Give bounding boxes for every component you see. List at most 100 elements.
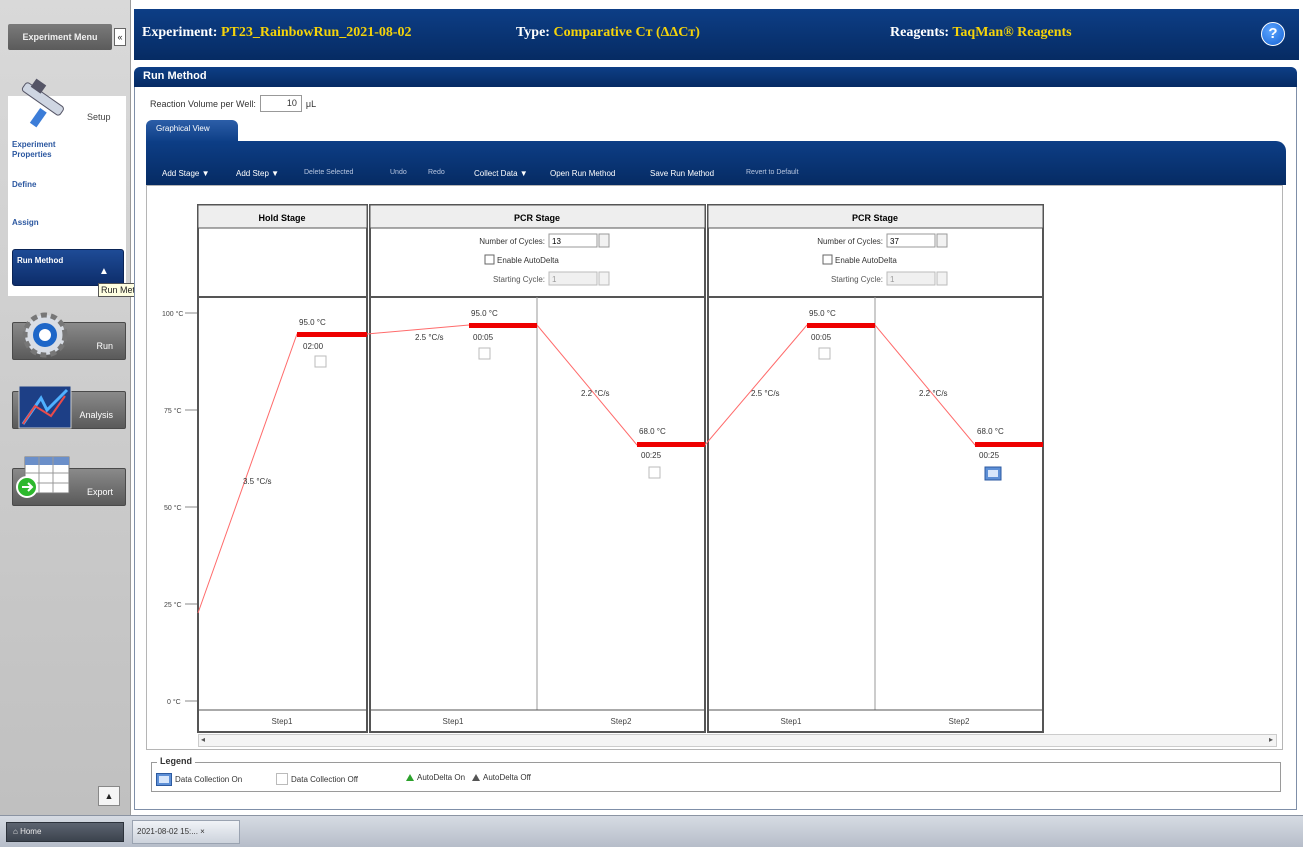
starting-cycle-label: Starting Cycle: xyxy=(493,275,545,284)
step-temp-label[interactable]: 68.0 °C xyxy=(977,427,1004,436)
nav-run-label: Run xyxy=(96,341,113,351)
nav-export-button[interactable]: Export xyxy=(12,456,126,506)
open-run-method-button[interactable]: Open Run Method xyxy=(550,169,615,178)
revert-default-button[interactable]: Revert to Default xyxy=(746,169,799,176)
sidebar-item-label: Run Method xyxy=(17,256,64,265)
autodelta-on-icon xyxy=(406,774,414,781)
undo-button[interactable]: Undo xyxy=(390,169,407,176)
sidebar-item-run-method[interactable]: Run Method ▲ xyxy=(12,249,124,286)
sidebar-link-experiment-properties[interactable]: Experiment Properties xyxy=(12,140,82,160)
step-temp-label[interactable]: 95.0 °C xyxy=(809,309,836,318)
cycles-value: 13 xyxy=(552,237,561,246)
data-collection-off-icon[interactable] xyxy=(818,347,831,360)
data-collection-off-icon[interactable] xyxy=(648,466,661,479)
data-collection-off-icon[interactable] xyxy=(314,355,327,368)
setup-label: Setup xyxy=(87,112,111,122)
left-sidebar: Experiment Menu « Setup Experiment Prope… xyxy=(0,0,154,847)
step-time-label[interactable]: 00:25 xyxy=(979,451,1000,460)
step-time-label[interactable]: 00:25 xyxy=(641,451,662,460)
autodelta-checkbox[interactable] xyxy=(822,254,833,265)
step-temp-label[interactable]: 95.0 °C xyxy=(299,318,326,327)
stage-name: PCR Stage xyxy=(852,213,898,223)
y-axis: 100 °C 75 °C 50 °C 25 °C 0 °C xyxy=(162,310,197,706)
step-time-label[interactable]: 00:05 xyxy=(811,333,832,342)
y-tick-label: 100 °C xyxy=(162,310,183,318)
autodelta-label: Enable AutoDelta xyxy=(497,256,559,265)
chart-horizontal-scrollbar[interactable]: ◂ ▸ xyxy=(198,734,1277,747)
step-temp-bar[interactable] xyxy=(637,442,705,447)
collapse-sidebar-button[interactable]: « xyxy=(114,28,126,46)
header-type-value: Comparative Cт (ΔΔCт) xyxy=(553,25,700,40)
y-tick-label: 50 °C xyxy=(164,504,182,512)
cycles-value: 37 xyxy=(890,237,899,246)
cycles-stepper[interactable] xyxy=(936,233,948,248)
starting-cycle-label: Starting Cycle: xyxy=(831,275,883,284)
delete-selected-button[interactable]: Delete Selected xyxy=(304,169,353,176)
hold-temp-bar[interactable] xyxy=(297,332,367,337)
step-label: Step1 xyxy=(272,717,293,726)
stage-hold[interactable]: Hold Stage Step1 xyxy=(197,204,368,733)
tab-graphical-view[interactable]: Graphical View xyxy=(146,120,238,142)
nav-analysis-button[interactable]: Analysis xyxy=(12,385,126,429)
cycles-stepper[interactable] xyxy=(598,233,610,248)
starting-cycle-stepper[interactable] xyxy=(936,271,948,286)
thermal-profile-chart: 100 °C 75 °C 50 °C 25 °C 0 °C Hold Stage… xyxy=(146,185,1283,750)
volume-input[interactable]: 10 xyxy=(259,95,302,112)
step-temp-bar[interactable] xyxy=(469,323,537,328)
ramp-rate-label[interactable]: 2.5 °C/s xyxy=(415,333,444,342)
close-icon[interactable]: × xyxy=(200,827,205,836)
legend-label: AutoDelta Off xyxy=(483,773,531,782)
legend-label: Data Collection Off xyxy=(291,774,358,784)
cycles-label: Number of Cycles: xyxy=(479,237,545,246)
sidebar-scroll-up-button[interactable]: ▲ xyxy=(98,786,120,806)
home-button[interactable]: ⌂ Home xyxy=(6,822,124,842)
export-table-icon xyxy=(16,456,70,498)
taskbar: ⌂ Home 2021-08-02 15:... × xyxy=(0,815,1303,847)
step-time-label[interactable]: 00:05 xyxy=(473,333,494,342)
sidebar-link-assign[interactable]: Assign xyxy=(12,218,39,228)
thermal-profile-svg: 100 °C 75 °C 50 °C 25 °C 0 °C Hold Stage… xyxy=(162,204,1044,733)
run-method-toolbar: Add Stage ▼ Add Step ▼ Delete Selected U… xyxy=(146,141,1286,185)
data-collection-on-icon[interactable] xyxy=(984,466,1002,481)
ramp-rate-label[interactable]: 3.5 °C/s xyxy=(243,477,272,486)
step-temp-bar[interactable] xyxy=(975,442,1043,447)
y-tick-label: 0 °C xyxy=(167,698,181,706)
ramp-rate-label[interactable]: 2.2 °C/s xyxy=(919,389,948,398)
experiment-tab[interactable]: 2021-08-02 15:... × xyxy=(132,820,240,844)
experiment-header: Experiment: PT23_RainbowRun_2021-08-02 T… xyxy=(134,9,1299,60)
autodelta-label: Enable AutoDelta xyxy=(835,256,897,265)
help-icon[interactable]: ? xyxy=(1261,22,1285,46)
legend-item-collection-on: Data Collection On xyxy=(156,773,242,786)
step-temp-label[interactable]: 68.0 °C xyxy=(639,427,666,436)
step-temp-bar[interactable] xyxy=(807,323,875,328)
legend-item-autodelta-off: AutoDelta Off xyxy=(472,773,531,782)
collect-data-button[interactable]: Collect Data ▼ xyxy=(474,169,528,178)
data-collection-off-icon[interactable] xyxy=(478,347,491,360)
redo-button[interactable]: Redo xyxy=(428,169,445,176)
legend-title: Legend xyxy=(157,756,196,766)
step-time-label[interactable]: 02:00 xyxy=(303,342,324,351)
ramp-rate-label[interactable]: 2.5 °C/s xyxy=(751,389,780,398)
step-label: Step1 xyxy=(781,717,802,726)
starting-cycle-value: 1 xyxy=(552,275,557,284)
legend-label: AutoDelta On xyxy=(417,773,466,782)
step-temp-label[interactable]: 95.0 °C xyxy=(471,309,498,318)
add-stage-button[interactable]: Add Stage ▼ xyxy=(162,169,210,178)
starting-cycle-stepper[interactable] xyxy=(598,271,610,286)
y-tick-label: 25 °C xyxy=(164,601,182,609)
experiment-tab-label: 2021-08-02 15:... xyxy=(137,827,198,836)
data-collection-off-icon xyxy=(276,773,288,785)
save-run-method-button[interactable]: Save Run Method xyxy=(650,169,714,178)
sidebar-link-define[interactable]: Define xyxy=(12,180,36,190)
scroll-right-icon[interactable]: ▸ xyxy=(1269,735,1273,744)
add-step-button[interactable]: Add Step ▼ xyxy=(236,169,279,178)
autodelta-checkbox[interactable] xyxy=(484,254,495,265)
data-collection-on-icon xyxy=(156,773,172,786)
legend-label: Data Collection On xyxy=(175,775,243,784)
ramp-rate-label[interactable]: 2.2 °C/s xyxy=(581,389,610,398)
volume-unit: μL xyxy=(305,98,317,109)
scroll-left-icon[interactable]: ◂ xyxy=(201,735,205,744)
nav-run-button[interactable]: Run xyxy=(12,312,126,360)
nav-analysis-label: Analysis xyxy=(79,410,113,420)
legend-box: Legend Data Collection On Data Collectio… xyxy=(151,756,1281,792)
